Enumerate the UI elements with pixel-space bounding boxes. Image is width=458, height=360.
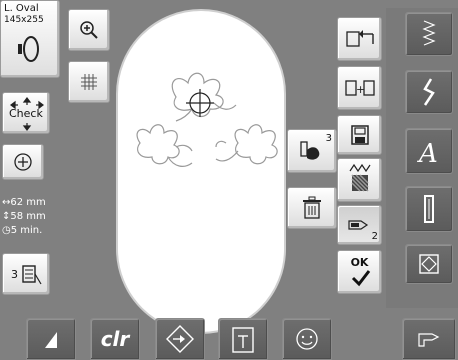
color-count-button[interactable]: 3 xyxy=(2,253,50,295)
text-tool-button[interactable] xyxy=(218,318,268,360)
magnifier-plus-icon xyxy=(80,21,98,39)
hoop-size: 145x255 xyxy=(4,15,44,25)
zoom-in-button[interactable] xyxy=(68,9,110,51)
alphabets-button[interactable]: A xyxy=(405,128,453,174)
design-width: ↔62 mm xyxy=(2,197,46,208)
decorative-stitches-button[interactable] xyxy=(405,70,453,114)
stitch-position-button[interactable]: 2 xyxy=(337,205,382,245)
stitch-width-button[interactable] xyxy=(26,318,76,360)
embroidery-edit-screen: L. Oval 145x255 Check ↔62 mm ↕58 mm ◷5 m… xyxy=(0,0,458,360)
color-info-badge: 3 xyxy=(325,133,332,144)
add-frame-icon: + xyxy=(344,80,375,96)
delete-button[interactable] xyxy=(287,187,337,229)
ramp-icon xyxy=(45,332,57,348)
quilt-stitches-button[interactable] xyxy=(405,244,453,284)
letter-a-icon: A xyxy=(417,139,438,166)
trash-icon xyxy=(303,196,321,219)
check-size-button[interactable]: Check xyxy=(2,92,50,134)
hand-pointer-icon xyxy=(347,220,368,230)
diamond-arrow-icon xyxy=(166,325,194,353)
grid-icon xyxy=(81,74,97,90)
save-button[interactable] xyxy=(337,115,382,155)
hoop-selection-button[interactable]: L. Oval 145x255 xyxy=(0,0,60,78)
smiley-icon xyxy=(296,328,318,350)
svg-text:A: A xyxy=(417,139,438,166)
hoop-display[interactable] xyxy=(116,9,286,334)
back-arrow-icon xyxy=(345,30,374,47)
utility-stitches-button[interactable] xyxy=(405,12,453,56)
smiley-button[interactable] xyxy=(282,318,332,360)
stitch-time: ◷5 min. xyxy=(2,225,43,236)
embroidery-move-button[interactable] xyxy=(155,318,205,360)
design-height: ↕58 mm xyxy=(2,211,46,222)
pointing-hand-icon xyxy=(418,333,440,347)
buttonholes-button[interactable] xyxy=(405,186,453,232)
color-count: 3 xyxy=(11,268,18,281)
check-label: Check xyxy=(9,107,43,120)
ok-button[interactable]: OK xyxy=(337,250,382,294)
page-text-icon xyxy=(232,327,254,353)
ok-label: OK xyxy=(350,256,369,269)
stitch-pattern-icon xyxy=(349,163,370,192)
embroidery-design xyxy=(136,72,278,167)
hand-thread-icon xyxy=(300,141,320,160)
zigzag-stitch-icon xyxy=(422,20,436,46)
back-button[interactable] xyxy=(337,17,382,61)
color-information-button[interactable]: 3 xyxy=(287,129,337,173)
center-button[interactable] xyxy=(2,144,44,180)
clr-label: clr xyxy=(100,327,130,351)
hoop-name: L. Oval xyxy=(4,3,39,14)
decorative-stitch-icon xyxy=(423,78,435,106)
stitch-density-button[interactable] xyxy=(337,158,382,202)
circle-plus-icon xyxy=(14,153,32,171)
floppy-disk-icon xyxy=(350,125,369,145)
thread-spool-icon xyxy=(22,265,42,285)
stitch-position-badge: 2 xyxy=(371,231,378,242)
quilt-block-icon xyxy=(419,254,439,274)
checkmark-icon xyxy=(351,270,371,287)
hoop-icon xyxy=(18,36,39,62)
help-button[interactable] xyxy=(402,318,456,360)
buttonhole-icon xyxy=(424,195,434,223)
clear-button[interactable]: clr xyxy=(90,318,140,360)
add-design-button[interactable]: + xyxy=(337,66,382,110)
grid-button[interactable] xyxy=(68,61,110,103)
